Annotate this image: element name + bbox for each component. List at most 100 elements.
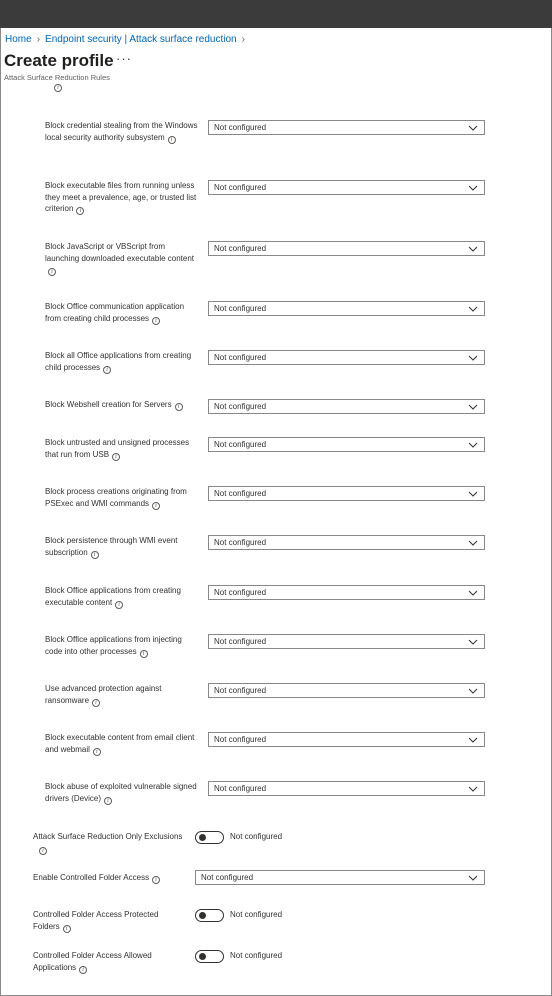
- rule-label-text: Block JavaScript or VBScript from launch…: [45, 242, 195, 263]
- info-icon[interactable]: i: [39, 846, 47, 855]
- dropdown-value: Not configured: [214, 304, 267, 313]
- chevron-down-icon: [468, 786, 478, 792]
- info-icon[interactable]: i: [152, 501, 161, 510]
- page-subtitle: Attack Surface Reduction Rules: [4, 73, 110, 82]
- breadcrumb-home-link[interactable]: Home: [5, 34, 32, 45]
- chevron-down-icon: [468, 875, 478, 881]
- rule-dropdown[interactable]: Not configured: [208, 241, 485, 256]
- info-icon[interactable]: i: [76, 207, 85, 215]
- dropdown-value: Not configured: [214, 123, 267, 132]
- rule-dropdown[interactable]: Not configured: [208, 535, 485, 550]
- rule-dropdown[interactable]: Not configured: [208, 350, 485, 365]
- rule-label: Block Office communication application f…: [45, 301, 200, 325]
- rule-label-text: Block Office applications from creating …: [45, 586, 181, 607]
- asr-exclusions-toggle[interactable]: [195, 831, 224, 844]
- rule-label-text: Block all Office applications from creat…: [45, 351, 192, 372]
- dropdown-value: Not configured: [214, 735, 267, 744]
- cfa-protected-folders-toggle-label: Not configured: [230, 910, 283, 919]
- toggle-knob: [199, 834, 206, 841]
- dropdown-value: Not configured: [214, 588, 267, 597]
- dropdown-value: Not configured: [214, 440, 267, 449]
- rule-label: Block Office applications from injecting…: [45, 634, 200, 658]
- rule-dropdown[interactable]: Not configured: [208, 634, 485, 649]
- dropdown-value: Not configured: [214, 686, 267, 695]
- rule-dropdown[interactable]: Not configured: [208, 781, 485, 796]
- rule-label: Block Office applications from creating …: [45, 585, 200, 609]
- info-icon[interactable]: i: [115, 600, 124, 609]
- chevron-down-icon: [468, 737, 478, 743]
- cfa-allowed-apps-label: Controlled Folder Access Allowed Applica…: [33, 951, 152, 974]
- asr-exclusions-label: Attack Surface Reduction Only Exclusions…: [33, 832, 183, 855]
- dropdown-value: Not configured: [214, 538, 267, 547]
- rule-dropdown[interactable]: Not configured: [208, 399, 485, 414]
- rule-label-text: Block executable files from running unle…: [45, 181, 197, 213]
- rule-label: Block executable content from email clie…: [45, 732, 200, 756]
- info-icon[interactable]: i: [112, 452, 121, 461]
- rule-label: Block persistence through WMI event subs…: [45, 535, 200, 559]
- rule-label: Block executable files from running unle…: [45, 180, 200, 215]
- dropdown-value: Not configured: [214, 637, 267, 646]
- chevron-down-icon: [468, 125, 478, 131]
- breadcrumb: Home › Endpoint security | Attack surface …: [5, 34, 250, 45]
- dropdown-value: Not configured: [214, 402, 267, 411]
- info-icon[interactable]: i: [103, 365, 112, 374]
- rule-dropdown[interactable]: Not configured: [208, 180, 485, 195]
- dropdown-value: Not configured: [214, 183, 267, 192]
- info-icon[interactable]: i: [104, 796, 113, 805]
- info-icon[interactable]: i: [54, 84, 62, 92]
- chevron-down-icon: [468, 639, 478, 645]
- asr-exclusions-toggle-label: Not configured: [230, 832, 283, 841]
- info-icon[interactable]: i: [174, 403, 183, 411]
- info-icon[interactable]: i: [167, 135, 176, 144]
- rule-label-text: Block Office communication application f…: [45, 302, 185, 323]
- more-options-icon[interactable]: ···: [116, 51, 132, 66]
- controlled-folder-access-label: Enable Controlled Folder Access i: [33, 872, 193, 884]
- cfa-protected-folders-toggle[interactable]: [195, 909, 224, 922]
- rule-label: Block process creations originating from…: [45, 486, 200, 510]
- info-icon[interactable]: i: [62, 924, 71, 933]
- info-icon[interactable]: i: [152, 876, 161, 884]
- rule-label-text: Use advanced protection against ransomwa…: [45, 684, 162, 705]
- info-icon[interactable]: i: [92, 698, 101, 707]
- info-icon[interactable]: i: [92, 747, 101, 756]
- dropdown-value: Not configured: [214, 353, 267, 362]
- rule-dropdown[interactable]: Not configured: [208, 732, 485, 747]
- rule-dropdown[interactable]: Not configured: [208, 437, 485, 452]
- rule-label: Block abuse of exploited vulnerable sign…: [45, 781, 200, 805]
- rule-label: Block credential stealing from the Windo…: [45, 120, 200, 144]
- rule-dropdown[interactable]: Not configured: [208, 486, 485, 501]
- chevron-down-icon: [468, 491, 478, 497]
- rule-label: Block all Office applications from creat…: [45, 350, 200, 374]
- info-icon[interactable]: i: [152, 316, 161, 325]
- cfa-allowed-apps-toggle[interactable]: [195, 950, 224, 963]
- rule-dropdown[interactable]: Not configured: [208, 120, 485, 135]
- cfa-protected-folders-label: Controlled Folder Access Protected Folde…: [33, 910, 159, 933]
- chevron-down-icon: [468, 306, 478, 312]
- info-icon[interactable]: i: [48, 268, 56, 276]
- chevron-down-icon: [468, 688, 478, 694]
- rule-label-text: Block process creations originating from…: [45, 487, 187, 508]
- chevron-right-icon: ›: [36, 34, 41, 45]
- chevron-down-icon: [468, 442, 478, 448]
- info-icon[interactable]: i: [90, 550, 99, 559]
- controlled-folder-access-dropdown[interactable]: Not configured: [195, 870, 485, 885]
- top-bar: [0, 0, 552, 28]
- rule-label: Block untrusted and unsigned processes t…: [45, 437, 200, 461]
- breadcrumb-section-link[interactable]: Endpoint security | Attack surface reduc…: [45, 34, 237, 45]
- rule-label: Block Webshell creation for Servers i: [45, 399, 200, 411]
- dropdown-value: Not configured: [214, 489, 267, 498]
- dropdown-value: Not configured: [201, 873, 254, 882]
- rule-dropdown[interactable]: Not configured: [208, 683, 485, 698]
- rule-label: Block JavaScript or VBScript from launch…: [45, 241, 200, 276]
- rule-dropdown[interactable]: Not configured: [208, 301, 485, 316]
- dropdown-value: Not configured: [214, 784, 267, 793]
- rule-label-text: Block Webshell creation for Servers: [45, 400, 172, 409]
- toggle-knob: [199, 912, 206, 919]
- chevron-down-icon: [468, 355, 478, 361]
- chevron-down-icon: [468, 185, 478, 191]
- info-icon[interactable]: i: [139, 649, 148, 658]
- rule-dropdown[interactable]: Not configured: [208, 585, 485, 600]
- info-icon[interactable]: i: [79, 965, 88, 974]
- dropdown-value: Not configured: [214, 244, 267, 253]
- rule-label-text: Block Office applications from injecting…: [45, 635, 182, 656]
